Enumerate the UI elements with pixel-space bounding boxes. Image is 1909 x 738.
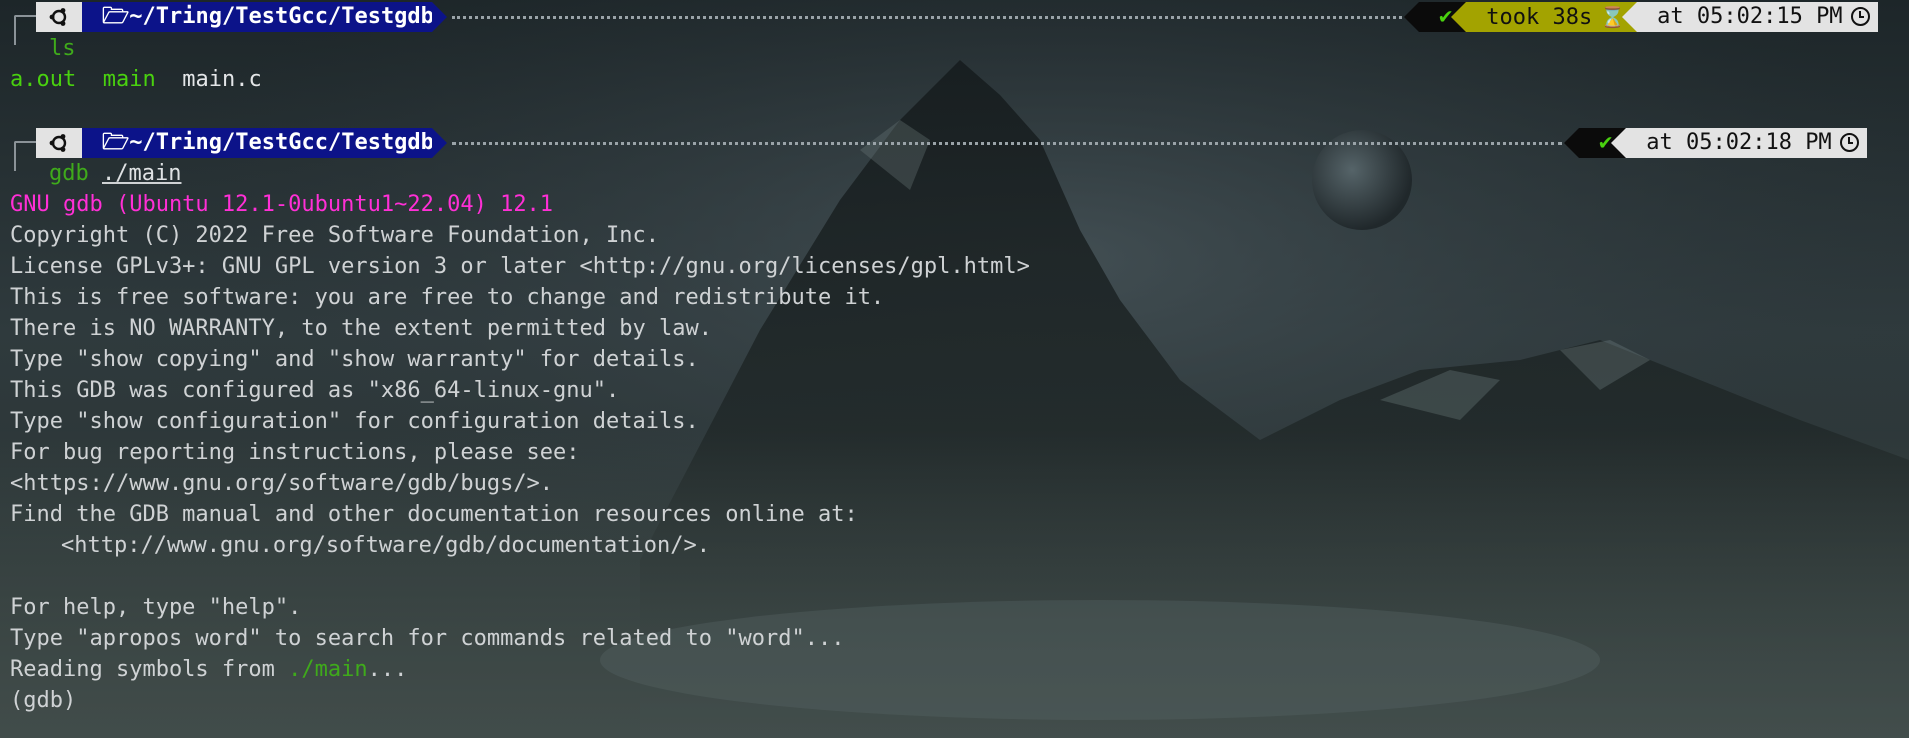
command-input[interactable]: gdb ./main: [49, 158, 181, 189]
prompt-connector: [14, 141, 36, 171]
prompt-bar: 🗁~/Tring/TestGcc/Testgdb ✔ took 38s ⌛ at …: [0, 0, 1909, 45]
gdb-output-line: For help, type "help".: [10, 595, 302, 620]
clock-icon: [1850, 7, 1870, 26]
prompt-bar: 🗁~/Tring/TestGcc/Testgdb ✔ at 05:02:18 P…: [0, 126, 1909, 171]
reading-file: ./main: [288, 657, 368, 682]
right-status: ✔ took 38s ⌛ at 05:02:15 PM: [1403, 2, 1878, 32]
directory-segment: 🗁~/Tring/TestGcc/Testgdb: [82, 128, 447, 158]
clock-icon: [1839, 133, 1859, 152]
time-text: at 05:02:18 PM: [1646, 130, 1832, 155]
gdb-reading-symbols: Reading symbols from ./main...: [10, 654, 407, 685]
gdb-output-line: This GDB was configured as "x86_64-linux…: [10, 378, 620, 403]
gdb-output-line: There is NO WARRANTY, to the extent perm…: [10, 316, 712, 341]
current-directory: ~/Tring/TestGcc/Testgdb: [129, 130, 434, 155]
ubuntu-icon: [49, 134, 67, 152]
directory-segment: 🗁~/Tring/TestGcc/Testgdb: [82, 2, 447, 32]
folder-open-icon: 🗁: [102, 130, 130, 155]
ls-output: a.out main main.c: [10, 64, 262, 95]
right-status: ✔ at 05:02:18 PM: [1563, 128, 1867, 158]
time-segment: at 05:02:18 PM: [1611, 128, 1867, 158]
ls-item: a.out: [10, 67, 77, 92]
duration-text: took 38s: [1486, 5, 1593, 30]
ubuntu-icon: [49, 8, 67, 26]
reading-suffix: ...: [367, 657, 408, 682]
time-text: at 05:02:15 PM: [1657, 4, 1843, 29]
ls-item: main.c: [182, 67, 262, 92]
folder-open-icon: 🗁: [102, 4, 130, 29]
gdb-output-line: This is free software: you are free to c…: [10, 285, 885, 310]
reading-prefix: Reading symbols from: [10, 657, 289, 682]
check-icon: ✔: [1439, 4, 1453, 29]
command-name: gdb: [49, 161, 89, 186]
gdb-output-line: <http://www.gnu.org/software/gdb/documen…: [61, 533, 711, 558]
gdb-output-line: Find the GDB manual and other documentat…: [10, 502, 858, 527]
prompt-filler-dots: [452, 142, 1562, 145]
ls-item: main: [102, 67, 156, 92]
command-argument: ./main: [102, 161, 182, 186]
gdb-output-line: Type "show configuration" for configurat…: [10, 409, 699, 434]
check-icon: ✔: [1599, 130, 1613, 155]
gdb-prompt[interactable]: (gdb): [10, 685, 76, 716]
gdb-output-line: <https://www.gnu.org/software/gdb/bugs/>…: [10, 471, 554, 496]
gdb-output-line: Type "apropos word" to search for comman…: [10, 626, 845, 651]
prompt-connector: [14, 15, 36, 45]
prompt-filler-dots: [452, 16, 1402, 19]
gdb-output-line: For bug reporting instructions, please s…: [10, 440, 580, 465]
os-segment: [36, 2, 97, 32]
command-input[interactable]: ls: [49, 33, 76, 64]
current-directory: ~/Tring/TestGcc/Testgdb: [129, 4, 434, 29]
gdb-output-line: License GPLv3+: GNU GPL version 3 or lat…: [10, 254, 1030, 279]
time-segment: at 05:02:15 PM: [1622, 2, 1878, 32]
gdb-output-line: Type "show copying" and "show warranty" …: [10, 347, 699, 372]
os-segment: [36, 128, 97, 158]
gdb-banner: GNU gdb (Ubuntu 12.1-0ubuntu1~22.04) 12.…: [10, 192, 554, 217]
gdb-output-line: Copyright (C) 2022 Free Software Foundat…: [10, 223, 660, 248]
terminal-window[interactable]: 🗁~/Tring/TestGcc/Testgdb ✔ took 38s ⌛ at …: [0, 0, 1909, 738]
duration-segment: took 38s ⌛: [1451, 2, 1638, 32]
